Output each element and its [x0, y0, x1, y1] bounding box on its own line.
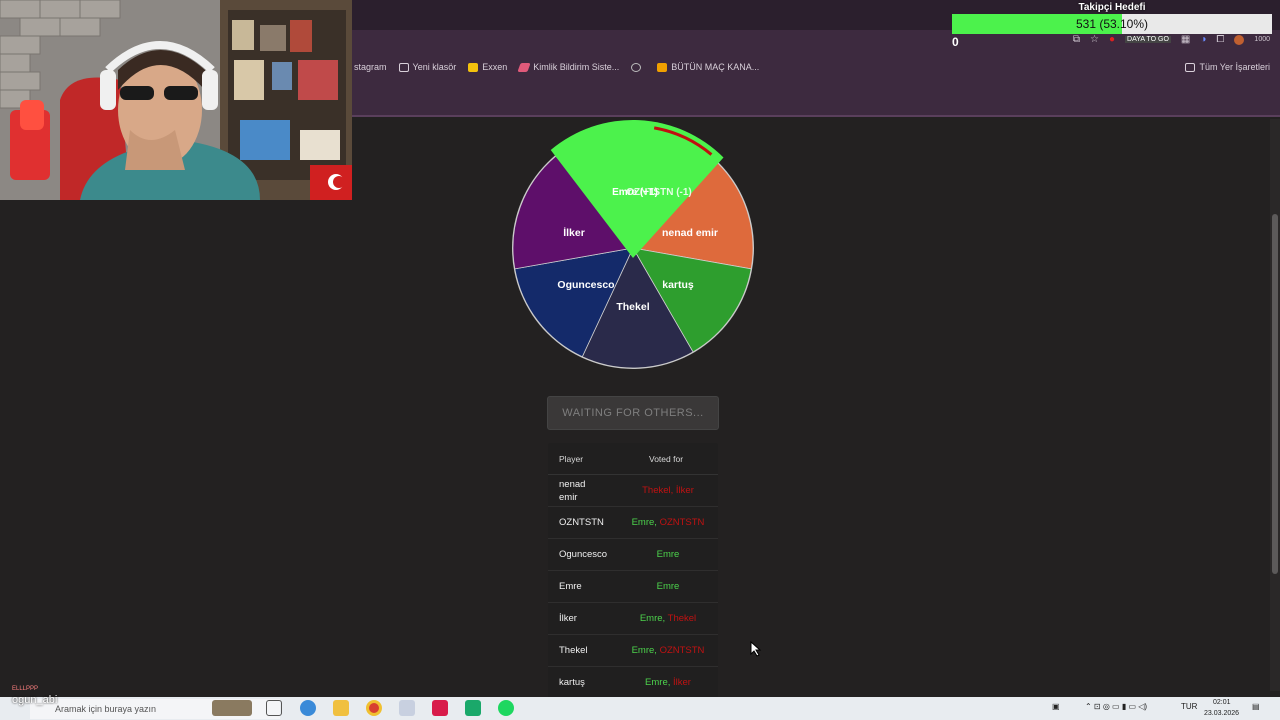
webcam-overlay: [0, 0, 352, 200]
extension-badge[interactable]: DAYA TO GO: [1125, 36, 1171, 43]
vote-entry: Thekel: [667, 613, 697, 624]
tray-icons[interactable]: ⌃ ⊡ ◎ ▭ ▮ ▭ ◁): [1085, 702, 1147, 711]
wheel-slice-label: Thekel: [616, 301, 649, 313]
vote-entry: Emre: [639, 613, 663, 624]
spin-wheel[interactable]: Emre (+1)nenad emirkartuşThekelOguncesco…: [500, 110, 770, 380]
table-row: İlker Emre, Thekel: [548, 603, 718, 635]
page-header-strip: [352, 79, 1280, 117]
photo-app-icon[interactable]: [212, 700, 252, 716]
vote-entry: Emre: [645, 677, 668, 688]
bookmark-instagram[interactable]: stagram: [354, 62, 387, 72]
player-name: Thekel: [559, 645, 588, 656]
table-row: kartuş Emre, İlker: [548, 667, 718, 699]
voted-for-cell: Emre: [618, 549, 718, 560]
voted-for-cell: Thekel, İlker: [618, 485, 718, 496]
tray-time[interactable]: 02:01: [1213, 699, 1231, 706]
table-row: Emre Emre: [548, 571, 718, 603]
vote-entry: Thekel, İlker: [642, 485, 694, 496]
edge-icon[interactable]: [300, 700, 316, 716]
red-app-icon[interactable]: [432, 700, 448, 716]
header-player: Player: [559, 453, 584, 464]
goal-progress-bar: 531 (53.10%): [952, 14, 1272, 34]
player-name: nenad emir: [559, 478, 586, 503]
table-row: Thekel Emre, OZNTSTN: [548, 635, 718, 667]
wheel-overlay-label: OZNTSTN (-1): [626, 187, 692, 198]
vote-entry: Emre: [656, 549, 680, 560]
webcam-image: [0, 0, 352, 200]
voted-for-cell: Emre, İlker: [618, 677, 718, 688]
follower-goal-widget: Takipçi Hedefi 531 (53.10%): [952, 0, 1272, 36]
goal-title: Takipçi Hedefi: [1078, 2, 1146, 13]
wheel-slice-label: Oguncesco: [557, 279, 614, 291]
wheel-slice-label: İlker: [563, 226, 585, 239]
player-name: kartuş: [559, 677, 585, 688]
vote-entry: Emre: [656, 581, 680, 592]
folder-icon: [1185, 62, 1196, 72]
chrome-icon[interactable]: [366, 700, 382, 716]
pen-app-icon[interactable]: [399, 700, 415, 716]
voted-for-cell: Emre: [618, 581, 718, 592]
table-row: OZNTSTN Emre, OZNTSTN: [548, 507, 718, 539]
tray-news-icon[interactable]: ▣: [1052, 702, 1060, 711]
voted-for-cell: Emre, OZNTSTN: [618, 645, 718, 656]
bookmark-all[interactable]: Tüm Yer İşaretleri: [1185, 62, 1270, 72]
exxen-icon: [468, 62, 479, 72]
extension-count: 1000: [1254, 36, 1270, 43]
page-scrollbar[interactable]: [1270, 119, 1280, 691]
goal-zero-counter: 0: [952, 35, 959, 49]
spotify-icon[interactable]: [498, 700, 514, 716]
waiting-for-others-button[interactable]: WAITING FOR OTHERS...: [547, 396, 719, 430]
bookmark-kimlik[interactable]: Kimlik Bildirim Siste...: [517, 62, 619, 72]
table-row: nenad emir Thekel, İlker: [548, 475, 718, 507]
player-name: Oguncesco: [559, 549, 608, 560]
bookmark-new-folder[interactable]: Yeni klasör: [398, 62, 456, 72]
vote-entry: Emre: [631, 645, 655, 656]
jp-icon: [657, 62, 668, 72]
mouse-cursor-icon: [750, 641, 762, 657]
green-app-icon[interactable]: [465, 700, 481, 716]
vote-table-header: Player Voted for: [548, 443, 718, 475]
voted-for-cell: Emre, OZNTSTN: [618, 517, 718, 528]
task-view-icon[interactable]: [266, 700, 282, 716]
tray-date[interactable]: 23.03.2026: [1204, 710, 1239, 717]
header-voted-for: Voted for: [649, 453, 684, 464]
bookmarks-bar: stagram Yeni klasör Exxen Kimlik Bildiri…: [352, 55, 1280, 79]
link-icon: [517, 62, 531, 72]
bookmark-mac-kanal[interactable]: BÜTÜN MAÇ KANA...: [657, 62, 759, 72]
globe-icon: [631, 62, 642, 72]
player-name: OZNTSTN: [559, 517, 604, 528]
folder-icon: [398, 62, 409, 72]
tray-language[interactable]: TUR: [1181, 702, 1197, 711]
chat-mini-text: ELLLPPP: [12, 686, 39, 692]
table-row: Oguncesco Emre: [548, 539, 718, 571]
vote-table: Player Voted for nenad emir Thekel, İlker…: [548, 443, 718, 699]
profile-avatar[interactable]: [1234, 34, 1245, 45]
goal-progress-text: 531 (53.10%): [1075, 17, 1149, 31]
vote-entry: İlker: [673, 677, 691, 688]
vote-entry: OZNTSTN: [659, 517, 705, 528]
bookmark-exxen[interactable]: Exxen: [468, 62, 507, 72]
voted-for-cell: Emre, Thekel: [618, 613, 718, 624]
player-name: Emre: [559, 581, 582, 592]
wheel-slice-label: nenad emir: [662, 227, 718, 239]
scrollbar-thumb[interactable]: [1272, 214, 1278, 574]
file-explorer-icon[interactable]: [333, 700, 349, 716]
bookmark-globe[interactable]: [631, 62, 645, 72]
wheel-slice-label: kartuş: [662, 279, 694, 291]
notification-icon[interactable]: ▤: [1252, 702, 1260, 711]
chat-username: ogun_abi: [12, 694, 58, 706]
vote-entry: Emre: [631, 517, 655, 528]
vote-entry: OZNTSTN: [659, 645, 705, 656]
player-name: İlker: [559, 613, 577, 624]
